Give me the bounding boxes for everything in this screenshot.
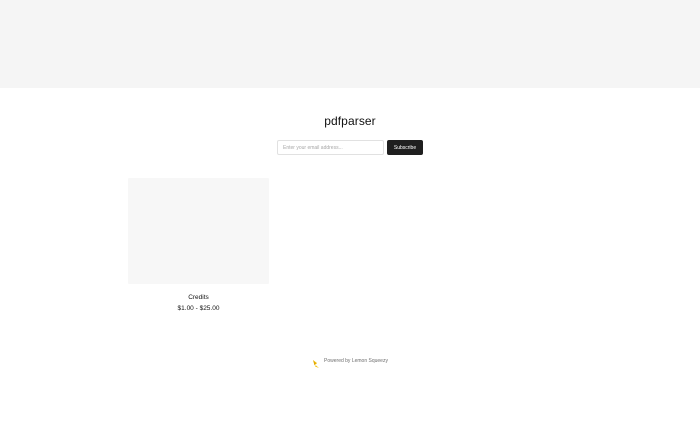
product-price: $1.00 - $25.00	[177, 305, 220, 312]
email-field[interactable]	[277, 140, 384, 155]
subscribe-form: Subscribe	[277, 140, 423, 155]
subscribe-button[interactable]: Subscribe	[387, 140, 423, 155]
store-banner	[0, 0, 700, 88]
lemon-squeezy-logo-icon	[312, 356, 320, 368]
store-title: pdfparser	[324, 114, 376, 128]
product-name[interactable]: Credits	[128, 294, 269, 301]
product-image[interactable]	[128, 178, 269, 284]
product-card[interactable]: Credits $1.00 - $25.00	[128, 178, 269, 312]
powered-by-link[interactable]: Powered by Lemon Squeezy	[0, 356, 700, 368]
powered-by-text: Powered by Lemon Squeezy	[324, 358, 388, 364]
